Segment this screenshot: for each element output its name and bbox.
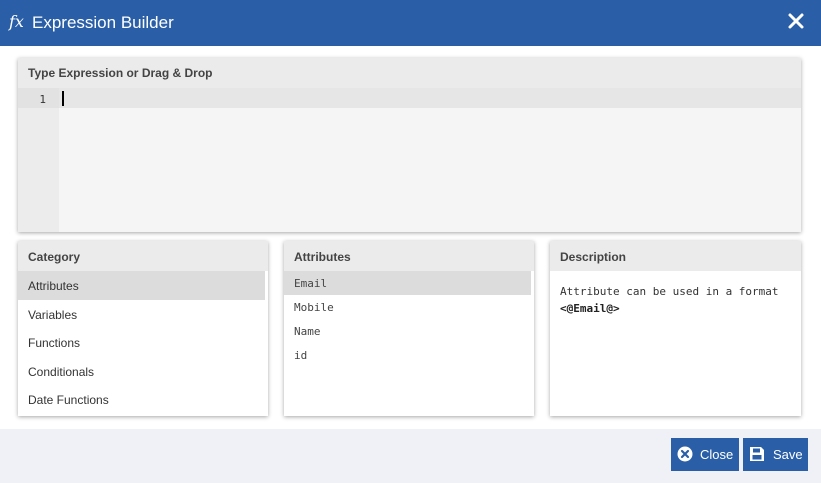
category-panel: Category Attributes Variables Functions … xyxy=(18,241,268,416)
close-button-label: Close xyxy=(700,447,734,462)
expression-editor-panel: Type Expression or Drag & Drop 1 xyxy=(18,58,801,232)
attribute-item-mobile[interactable]: Mobile xyxy=(284,295,534,319)
attributes-header: Attributes xyxy=(284,241,534,271)
dialog-content: Type Expression or Drag & Drop 1 Categor… xyxy=(0,46,821,429)
save-icon xyxy=(750,447,764,461)
category-item-functions[interactable]: Functions xyxy=(18,328,268,357)
attributes-panel: Attributes Email Mobile Name id xyxy=(284,241,534,416)
line-number: 1 xyxy=(39,93,46,106)
close-button[interactable]: Close xyxy=(671,438,739,471)
description-body: Attribute can be used in a format xyxy=(560,285,779,298)
description-panel: Description Attribute can be used in a f… xyxy=(550,241,801,416)
close-icon[interactable] xyxy=(787,12,805,30)
category-item-date-functions[interactable]: Date Functions xyxy=(18,385,268,414)
attribute-item-name[interactable]: Name xyxy=(284,319,534,343)
dialog-titlebar: fx Expression Builder xyxy=(0,0,821,46)
attribute-item-id[interactable]: id xyxy=(284,343,534,367)
attribute-item-email[interactable]: Email xyxy=(284,271,531,295)
editor-header: Type Expression or Drag & Drop xyxy=(18,58,801,88)
save-button[interactable]: Save xyxy=(743,438,808,471)
description-format: <@Email@> xyxy=(560,302,620,315)
category-item-variables[interactable]: Variables xyxy=(18,300,268,329)
dialog-footer: Close Save xyxy=(0,429,821,483)
category-item-attributes[interactable]: Attributes xyxy=(18,271,265,300)
text-cursor xyxy=(62,91,64,106)
close-circle-icon xyxy=(677,446,693,462)
dialog-title: Expression Builder xyxy=(32,13,174,32)
save-button-label: Save xyxy=(773,447,803,462)
line-gutter xyxy=(18,88,59,232)
active-line xyxy=(59,88,801,108)
category-item-conditionals[interactable]: Conditionals xyxy=(18,357,268,386)
fx-icon: fx xyxy=(9,12,24,31)
description-text: Attribute can be used in a format <@Emai… xyxy=(550,271,801,329)
expression-editor[interactable]: 1 xyxy=(18,88,801,232)
category-header: Category xyxy=(18,241,268,271)
description-header: Description xyxy=(550,241,801,271)
